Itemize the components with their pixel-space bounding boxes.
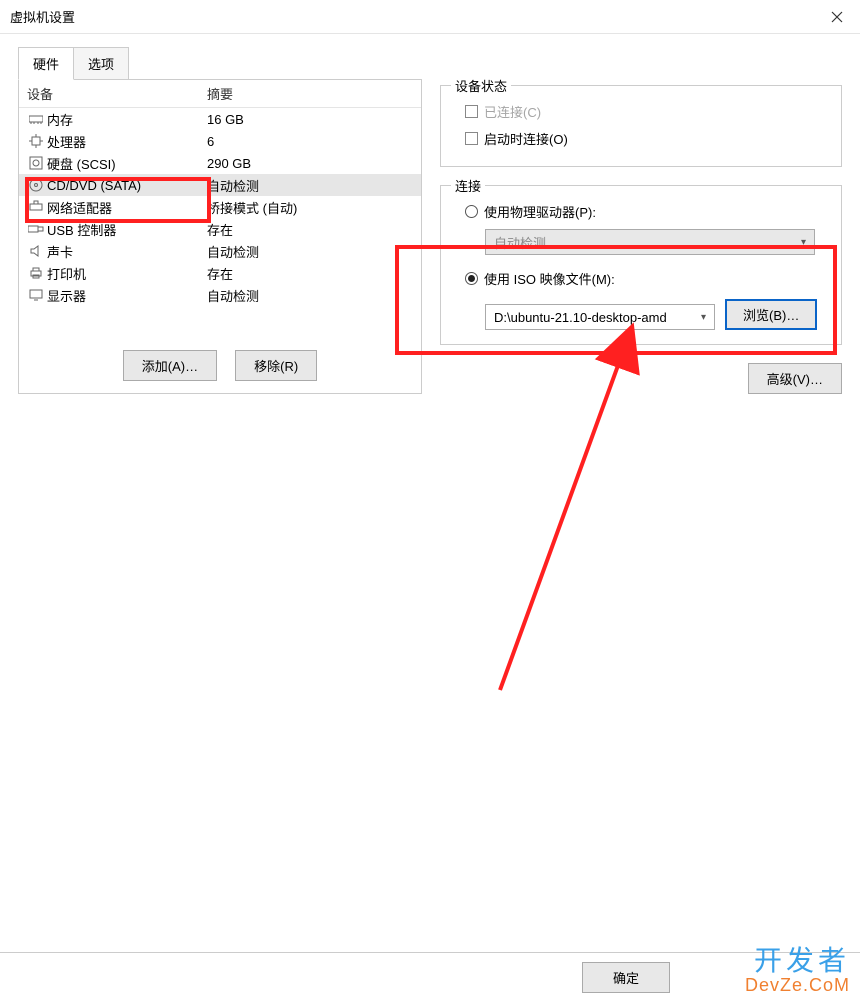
radio-icon — [465, 272, 478, 285]
col-summary: 摘要 — [207, 84, 233, 103]
tab-options[interactable]: 选项 — [74, 47, 129, 80]
connection-group: 连接 使用物理驱动器(P): 自动检测 ▾ 使用 ISO 映像文件(M): D:… — [440, 185, 842, 345]
hardware-label: 打印机 — [45, 264, 207, 283]
settings-panel: 设备状态 已连接(C) 启动时连接(O) 连接 使用物理驱动器(P): 自动检测… — [440, 79, 842, 394]
tabs: 硬件 选项 — [0, 34, 860, 79]
window-title: 虚拟机设置 — [10, 7, 75, 26]
chevron-down-icon: ▾ — [801, 237, 806, 248]
checkbox-icon — [465, 132, 478, 145]
watermark-url: DevZe.CoM — [745, 975, 850, 996]
hardware-summary: 自动检测 — [207, 242, 259, 261]
hardware-row[interactable]: 内存16 GB — [19, 108, 421, 130]
connect-on-start-row[interactable]: 启动时连接(O) — [455, 125, 827, 152]
connection-legend: 连接 — [451, 176, 485, 195]
checkbox-icon — [465, 105, 478, 118]
device-status-legend: 设备状态 — [451, 76, 511, 95]
remove-button[interactable]: 移除(R) — [235, 350, 317, 381]
hardware-summary: 自动检测 — [207, 286, 259, 305]
net-icon — [27, 200, 45, 214]
hardware-row[interactable]: USB 控制器存在 — [19, 218, 421, 240]
hardware-summary: 存在 — [207, 264, 233, 283]
hardware-row[interactable]: 声卡自动检测 — [19, 240, 421, 262]
browse-button[interactable]: 浏览(B)… — [725, 299, 817, 330]
hardware-label: 声卡 — [45, 242, 207, 261]
connect-on-start-label: 启动时连接(O) — [484, 129, 568, 148]
radio-icon — [465, 205, 478, 218]
hardware-label: USB 控制器 — [45, 220, 207, 239]
col-device: 设备 — [27, 84, 207, 103]
hardware-summary: 6 — [207, 134, 214, 149]
hardware-row[interactable]: 显示器自动检测 — [19, 284, 421, 306]
hardware-label: 网络适配器 — [45, 198, 207, 217]
add-button[interactable]: 添加(A)… — [123, 350, 217, 381]
titlebar: 虚拟机设置 — [0, 0, 860, 34]
dialog-footer: 确定 — [0, 952, 860, 1002]
hardware-label: 处理器 — [45, 132, 207, 151]
disk-icon — [27, 156, 45, 170]
physical-drive-radio[interactable]: 使用物理驱动器(P): — [455, 198, 827, 225]
hardware-row[interactable]: CD/DVD (SATA)自动检测 — [19, 174, 421, 196]
tab-hardware[interactable]: 硬件 — [18, 47, 74, 80]
physical-drive-label: 使用物理驱动器(P): — [484, 202, 596, 221]
hardware-label: 内存 — [45, 110, 207, 129]
watermark-title: 开发者 — [745, 939, 850, 979]
close-icon — [831, 11, 843, 23]
hardware-summary: 桥接模式 (自动) — [207, 198, 297, 217]
hardware-row[interactable]: 网络适配器桥接模式 (自动) — [19, 196, 421, 218]
hardware-row[interactable]: 处理器6 — [19, 130, 421, 152]
connected-label: 已连接(C) — [484, 102, 541, 121]
hardware-summary: 自动检测 — [207, 176, 259, 195]
iso-path-select[interactable]: D:\ubuntu-21.10-desktop-amd ▾ — [485, 304, 715, 330]
printer-icon — [27, 266, 45, 280]
hardware-summary: 存在 — [207, 220, 233, 239]
advanced-button[interactable]: 高级(V)… — [748, 363, 842, 394]
usb-icon — [27, 224, 45, 234]
iso-path-value: D:\ubuntu-21.10-desktop-amd — [494, 310, 667, 325]
display-icon — [27, 289, 45, 301]
close-button[interactable] — [814, 0, 860, 34]
device-status-group: 设备状态 已连接(C) 启动时连接(O) — [440, 85, 842, 167]
hardware-summary: 16 GB — [207, 112, 244, 127]
hardware-row[interactable]: 硬盘 (SCSI)290 GB — [19, 152, 421, 174]
hardware-label: 显示器 — [45, 286, 207, 305]
cpu-icon — [27, 134, 45, 148]
hardware-row[interactable]: 打印机存在 — [19, 262, 421, 284]
connected-checkbox-row: 已连接(C) — [455, 98, 827, 125]
hardware-label: 硬盘 (SCSI) — [45, 154, 207, 173]
chevron-down-icon: ▾ — [701, 312, 706, 323]
iso-radio[interactable]: 使用 ISO 映像文件(M): — [455, 265, 827, 292]
sound-icon — [27, 244, 45, 258]
hardware-summary: 290 GB — [207, 156, 251, 171]
ok-button[interactable]: 确定 — [582, 962, 670, 993]
watermark: 开发者 DevZe.CoM — [745, 939, 850, 996]
hardware-header: 设备 摘要 — [19, 80, 421, 108]
cd-icon — [27, 178, 45, 192]
iso-label: 使用 ISO 映像文件(M): — [484, 269, 615, 288]
memory-icon — [27, 114, 45, 124]
physical-drive-select: 自动检测 ▾ — [485, 229, 815, 255]
hardware-buttons: 添加(A)… 移除(R) — [19, 338, 421, 393]
physical-drive-value: 自动检测 — [494, 233, 546, 252]
hardware-panel: 设备 摘要 内存16 GB处理器6硬盘 (SCSI)290 GBCD/DVD (… — [18, 79, 422, 394]
hardware-label: CD/DVD (SATA) — [45, 178, 207, 193]
